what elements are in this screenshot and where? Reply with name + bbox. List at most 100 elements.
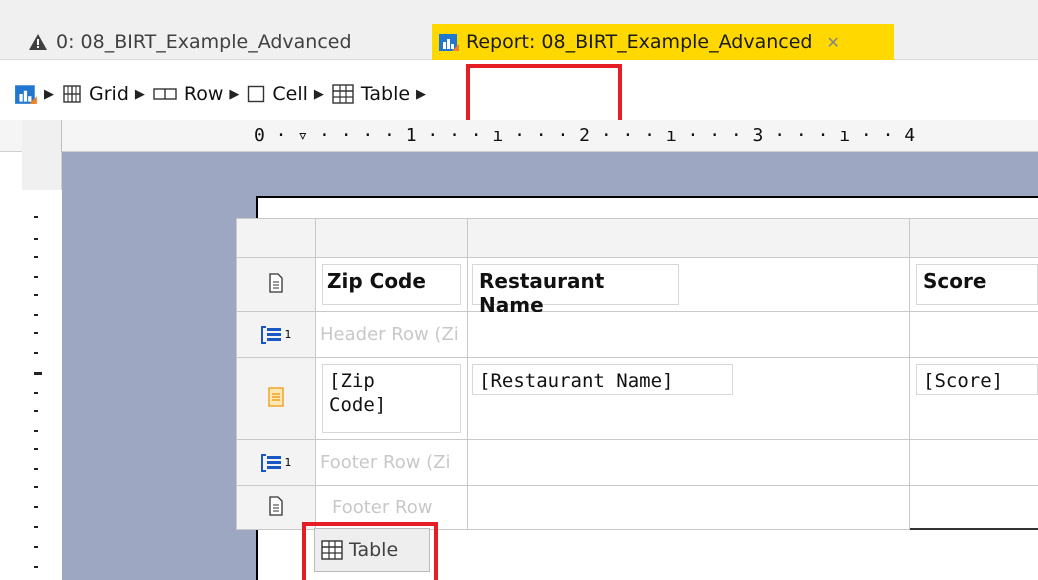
vertical-ruler [0,152,62,580]
data-field: [Score] [916,364,1038,395]
ruler-ticks: · ▿ · · · · [264,125,406,146]
data-field: [Zip Code] [322,364,461,433]
column-handle[interactable] [910,218,1038,258]
table-cell[interactable]: [Restaurant Name] [468,358,910,440]
ruler-tick [34,332,38,334]
breadcrumb-item-row[interactable]: Row [153,83,224,105]
ruler-tick [34,546,38,548]
chevron-right-icon: ▶ [416,86,427,102]
table-cell[interactable]: [Zip Code] [316,358,468,440]
ruler-tick [34,238,38,240]
group-level-badge: 1 [284,456,292,469]
birt-report-icon [438,31,460,53]
row-handle-footer[interactable] [236,486,316,530]
ruler-mark: 2 [579,125,590,146]
table-cell[interactable]: [Score] [910,358,1038,440]
table-cell[interactable]: Score [910,258,1038,312]
ruler-tick [34,392,38,394]
breadcrumb-item-cell[interactable]: Cell [247,83,308,105]
ruler-tick [34,566,38,568]
column-handle[interactable] [316,218,468,258]
table-cell[interactable] [910,312,1038,358]
data-field: [Restaurant Name] [472,364,733,395]
row-handle-header[interactable] [236,258,316,312]
ruler-tick [34,256,38,258]
table-cell[interactable]: Header Row (Zi [316,312,468,358]
table-tab-label: Table [349,539,399,561]
table-select-tab[interactable]: Table [314,528,430,572]
table-cell[interactable]: Zip Code [316,258,468,312]
close-tab-icon[interactable]: ✕ [826,33,839,52]
table-icon [332,84,354,104]
detail-row-icon [267,386,285,412]
group-header-icon: 1 [260,325,292,345]
ruler-mark: 0 [254,125,265,146]
row-icon [153,86,177,102]
column-header-label: Zip Code [322,264,461,305]
chevron-right-icon: ▶ [229,86,240,102]
table-corner-handle[interactable] [236,218,316,258]
table-cell[interactable] [910,440,1038,486]
breadcrumb: ▶ Grid ▶ Row ▶ Cell ▶ Table ▶ [0,68,1038,120]
table-cell[interactable] [468,440,910,486]
column-header-label: Score [916,264,1038,305]
row-handle-group-footer[interactable]: 1 [236,440,316,486]
breadcrumb-label: Grid [89,83,129,105]
cell-icon [247,85,265,103]
ruler-tick [34,294,38,296]
table-cell[interactable]: Footer Row (Zi [316,440,468,486]
ruler-tick [34,372,42,375]
ruler-tick [34,468,38,470]
grid-icon [62,84,82,104]
editor-tab-bar: 0: 08_BIRT_Example_Advanced Report: 08_B… [0,0,1038,60]
table-cell[interactable] [910,486,1038,530]
footer-placeholder: Footer Row [332,497,433,518]
breadcrumb-item-table[interactable]: Table [332,83,410,105]
ruler-mark: 1 [405,125,417,146]
document-icon [268,495,284,520]
ruler-ticks: · · · ı · · [763,125,905,146]
report-editor: 0: 08_BIRT_Example_Advanced Report: 08_B… [0,0,1038,580]
table-cell[interactable] [468,312,910,358]
breadcrumb-label: Row [183,83,224,105]
table-cell[interactable]: Footer Row [316,486,468,530]
column-header-label: Restaurant Name [472,264,679,317]
chevron-right-icon: ▶ [313,86,324,102]
breadcrumb-label: Cell [272,83,308,105]
chevron-right-icon: ▶ [134,86,145,102]
document-icon [268,272,284,297]
group-header-placeholder: Header Row (Zi [320,324,459,345]
ruler-tick [34,430,38,432]
ruler-ticks: · · · ı · · · [416,125,580,146]
ruler-mark: 3 [752,125,764,146]
ruler-tick [34,448,38,450]
horizontal-ruler: 0 · ▿ · · · · 1 · · · ı · · · 2 · · · ı … [0,120,1038,152]
ruler-tick [34,352,38,354]
breadcrumb-label: Table [360,83,411,105]
column-handle[interactable] [468,218,910,258]
table-cell[interactable]: Restaurant Name [468,258,910,317]
group-footer-icon: 1 [260,453,292,473]
ruler-tick [34,506,38,508]
breadcrumb-item-grid[interactable]: Grid [62,83,129,105]
ruler-ticks: · · · ı · · · [589,125,753,146]
tab-report[interactable]: Report: 08_BIRT_Example_Advanced ✕ [432,24,894,60]
ruler-tick [34,276,38,278]
ruler-tick [34,216,38,218]
tab-data-model[interactable]: 0: 08_BIRT_Example_Advanced [28,24,352,60]
tab-label: 0: 08_BIRT_Example_Advanced [56,31,352,53]
chevron-right-icon: ▶ [44,86,54,102]
ruler-tick [34,486,38,488]
table-cell[interactable] [468,486,910,530]
ruler-mark: 4 [904,125,916,146]
group-level-badge: 1 [284,328,292,341]
ruler-tick [34,526,38,528]
ruler-tick [34,314,38,316]
group-footer-placeholder: Footer Row (Zi [320,452,451,473]
tab-label: Report: 08_BIRT_Example_Advanced [466,31,813,53]
ruler-corner [22,120,62,152]
birt-report-icon[interactable] [14,82,38,106]
row-handle-group-header[interactable]: 1 [236,312,316,358]
row-handle-detail[interactable] [236,358,316,440]
ruler-tick [34,410,38,412]
